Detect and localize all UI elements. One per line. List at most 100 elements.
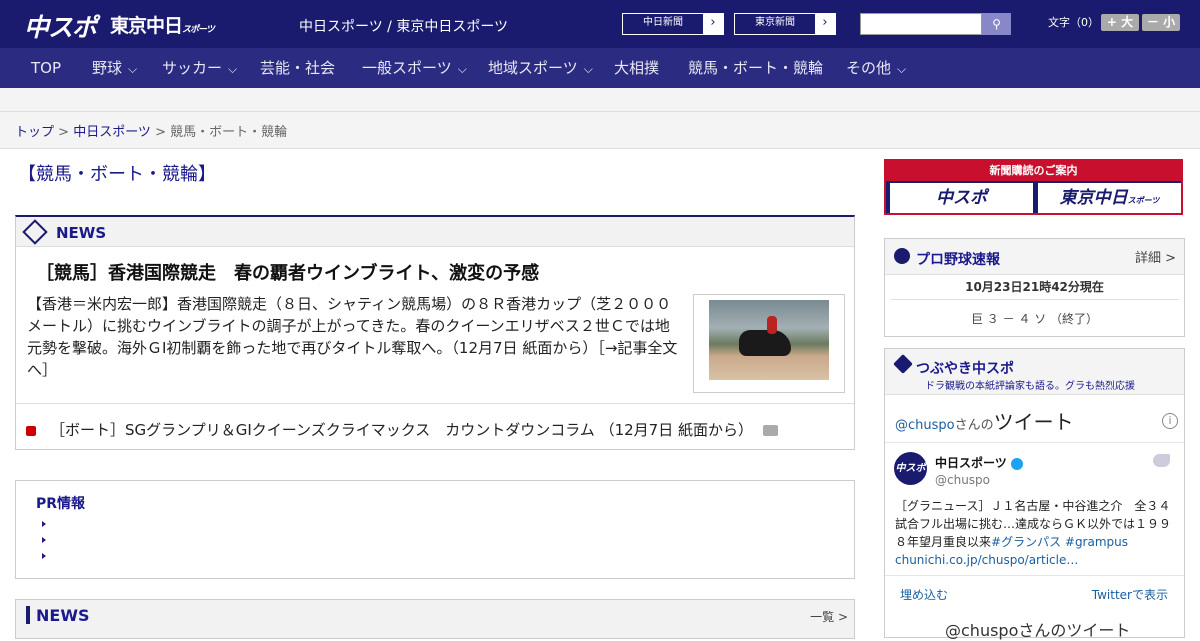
boat-news-link[interactable]: ［ボート］SGグランプリ＆GIクイーンズクライマックス カウントダウンコラム （… bbox=[26, 419, 778, 440]
nav-top-label: TOP bbox=[31, 59, 62, 77]
subscription-chuspo[interactable]: 中スポ bbox=[890, 183, 1033, 213]
breadcrumb-sep: > bbox=[150, 125, 171, 140]
breadcrumb-home[interactable]: トップ bbox=[15, 125, 54, 140]
nav-general-sports[interactable]: 一般スポーツ ⌵ bbox=[362, 48, 467, 88]
baseball-icon bbox=[894, 248, 910, 264]
twitter-bird-icon[interactable] bbox=[1153, 454, 1170, 467]
news-label: NEWS bbox=[56, 224, 107, 242]
tweet-link[interactable]: chunichi.co.jp/chuspo/article… bbox=[895, 553, 1078, 567]
pen-icon bbox=[893, 354, 913, 374]
tweets-heading-text: ツイート bbox=[993, 410, 1074, 434]
video-icon bbox=[26, 425, 36, 436]
nav-baseball[interactable]: 野球 ⌵ bbox=[92, 48, 137, 88]
pr-label: PR情報 bbox=[36, 496, 86, 512]
tweets-handle[interactable]: @chuspo bbox=[895, 418, 955, 433]
news-body: 【香港＝米内宏一郎】香港国際競走（８日、シャティン競馬場）の８Ｒ香港カップ（芝２… bbox=[27, 295, 678, 379]
news-list-label: NEWS bbox=[36, 606, 90, 625]
avatar[interactable]: 中スポ bbox=[894, 452, 927, 485]
twitter-widget: つぶやき中スポ ドラ観戦の本紙評論家も語る。グラも熱烈応援 @chuspoさんの… bbox=[884, 348, 1185, 641]
chevron-right-icon: › bbox=[703, 14, 723, 34]
chevron-right-icon: › bbox=[815, 14, 835, 34]
site-name: 中日スポーツ / 東京中日スポーツ bbox=[299, 19, 509, 35]
camera-icon bbox=[762, 425, 778, 436]
account-name[interactable]: 中日スポーツ bbox=[935, 454, 1023, 471]
twitter-subtitle: ドラ観戦の本紙評論家も語る。グラも熱烈応援 bbox=[925, 381, 1135, 392]
search-button[interactable]: ⚲ bbox=[982, 13, 1011, 35]
nav-soccer-label: サッカー bbox=[162, 59, 223, 77]
chevron-down-icon: ⌵ bbox=[128, 62, 138, 76]
font-smaller-button[interactable]: － 小 bbox=[1142, 14, 1180, 31]
top-header: 中スポ 東京中日スポーツ 中日スポーツ / 東京中日スポーツ 中日新聞 › 東京… bbox=[0, 0, 1200, 48]
verified-icon bbox=[1010, 457, 1023, 470]
divider bbox=[885, 442, 1184, 443]
tweet-text: ［グラニュース］Ｊ１名古屋・中谷進之介 全３４試合フル出場に挑む…達成ならＧＫ以… bbox=[895, 497, 1175, 569]
news-headline[interactable]: ［競馬］香港国際競走 春の覇者ウインブライト、激変の予感 bbox=[36, 259, 539, 285]
subscription-tokyo-text: 東京中日 bbox=[1059, 188, 1128, 208]
font-size-label: 文字（0） bbox=[1048, 16, 1099, 29]
news-list-more-link[interactable]: 一覧 > bbox=[810, 608, 848, 625]
tokyo-chunichi-logo[interactable]: 東京中日スポーツ bbox=[110, 11, 215, 38]
chevron-down-icon: ⌵ bbox=[897, 62, 907, 76]
bullet-icon bbox=[42, 553, 46, 559]
nav-soccer[interactable]: サッカー ⌵ bbox=[162, 48, 237, 88]
divider bbox=[885, 575, 1184, 576]
embed-link[interactable]: 埋め込む bbox=[900, 586, 948, 603]
pr-box: PR情報 bbox=[15, 480, 855, 579]
nav-other[interactable]: その他 ⌵ bbox=[846, 48, 906, 88]
search-input[interactable] bbox=[860, 13, 982, 35]
divider bbox=[16, 403, 854, 404]
chevron-down-icon: ⌵ bbox=[583, 62, 593, 76]
nav-local-sports-label: 地域スポーツ bbox=[488, 59, 578, 77]
tokyo-shimbun-label: 東京新聞 bbox=[755, 17, 795, 28]
account-handle[interactable]: @chuspo bbox=[935, 473, 990, 487]
chuspo-logo[interactable]: 中スポ bbox=[24, 8, 97, 44]
tweets-footer[interactable]: @chuspoさんのツイート bbox=[945, 617, 1130, 641]
breadcrumb-section[interactable]: 中日スポーツ bbox=[73, 125, 151, 140]
horse-racing-image bbox=[709, 300, 829, 380]
subscription-label: 新聞購読のご案内 bbox=[886, 161, 1181, 181]
subscription-banner[interactable]: 新聞購読のご案内 中スポ 東京中日スポーツ bbox=[884, 159, 1183, 215]
baseball-title: プロ野球速報 bbox=[916, 252, 1000, 268]
news-photo[interactable] bbox=[693, 294, 845, 393]
font-bigger-button[interactable]: + 大 bbox=[1101, 14, 1139, 31]
baseball-score[interactable]: 巨 ３ － ４ ソ （終了） bbox=[885, 310, 1184, 327]
nav-other-label: その他 bbox=[846, 59, 892, 77]
bullet-icon bbox=[42, 537, 46, 543]
bullet-icon bbox=[42, 521, 46, 527]
nav-general-sports-label: 一般スポーツ bbox=[362, 59, 452, 77]
nav-local-sports[interactable]: 地域スポーツ ⌵ bbox=[488, 48, 593, 88]
nav-top[interactable]: TOP bbox=[31, 48, 61, 88]
tweet-hashtags[interactable]: #グランパス #grampus bbox=[991, 535, 1128, 549]
chevron-down-icon: ⌵ bbox=[228, 62, 238, 76]
tweets-heading: @chuspoさんのツイート bbox=[895, 406, 1074, 435]
section-bar bbox=[26, 606, 30, 624]
chunichi-shimbun-button[interactable]: 中日新聞 › bbox=[622, 13, 724, 35]
search-icon: ⚲ bbox=[992, 17, 1001, 31]
baseball-detail-link[interactable]: 詳細 > bbox=[1135, 247, 1176, 266]
main-nav: TOP 野球 ⌵ サッカー ⌵ 芸能・社会 一般スポーツ ⌵ 地域スポーツ ⌵ 大相撲 … bbox=[0, 48, 1200, 88]
twitter-header: つぶやき中スポ ドラ観戦の本紙評論家も語る。グラも熱烈応援 bbox=[885, 349, 1184, 395]
baseball-header: プロ野球速報 詳細 > bbox=[885, 239, 1184, 275]
view-on-twitter-link[interactable]: Twitterで表示 bbox=[1092, 586, 1168, 603]
tokyo-chunichi-logo-small: スポーツ bbox=[182, 25, 215, 35]
boat-news-text: ［ボート］SGグランプリ＆GIクイーンズクライマックス カウントダウンコラム （… bbox=[50, 421, 753, 439]
page-title: 【競馬・ボート・競輪】 bbox=[18, 164, 216, 185]
baseball-time: 10月23日21時42分現在 bbox=[965, 280, 1104, 294]
tokyo-shimbun-button[interactable]: 東京新聞 › bbox=[734, 13, 836, 35]
nav-baseball-label: 野球 bbox=[92, 59, 123, 77]
nav-sumo[interactable]: 大相撲 bbox=[614, 48, 659, 88]
tweets-san: さんの bbox=[954, 418, 994, 433]
nav-racing[interactable]: 競馬・ボート・競輪 bbox=[688, 48, 823, 88]
nav-sumo-label: 大相撲 bbox=[614, 59, 660, 77]
news-list-box: NEWS 一覧 > bbox=[15, 599, 855, 639]
twitter-title: つぶやき中スポ bbox=[916, 361, 1014, 377]
chunichi-shimbun-label: 中日新聞 bbox=[643, 17, 683, 28]
subscription-tokyo[interactable]: 東京中日スポーツ bbox=[1038, 183, 1181, 213]
divider bbox=[891, 299, 1179, 300]
news-box: NEWS ［競馬］香港国際競走 春の覇者ウインブライト、激変の予感 【香港＝米内… bbox=[15, 215, 855, 450]
ticket-icon bbox=[22, 219, 48, 245]
tokyo-chunichi-logo-text: 東京中日 bbox=[110, 15, 183, 37]
subscription-tokyo-small: スポーツ bbox=[1127, 196, 1160, 205]
info-icon[interactable]: i bbox=[1162, 413, 1178, 429]
nav-entertainment[interactable]: 芸能・社会 bbox=[260, 48, 335, 88]
